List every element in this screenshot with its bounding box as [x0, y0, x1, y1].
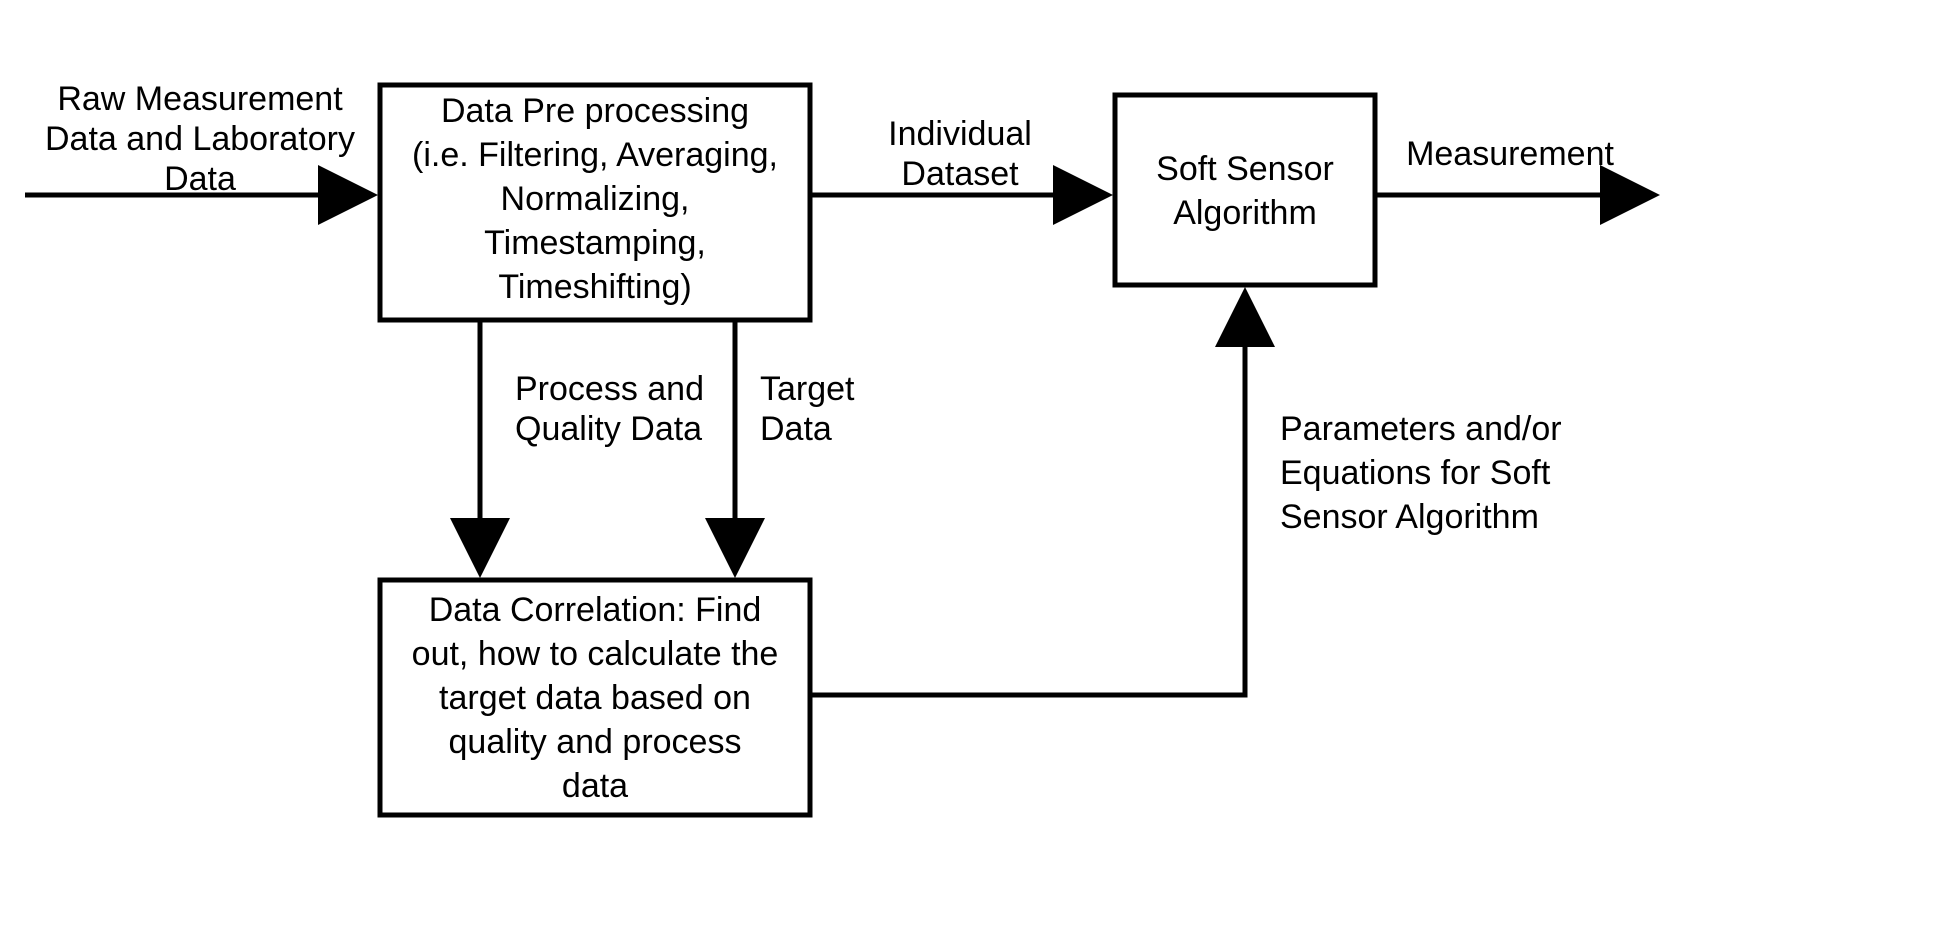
- box-correlation-l3: target data based on: [439, 679, 751, 717]
- input-label-l3: Data: [164, 160, 236, 198]
- box-soft-sensor: [1115, 95, 1375, 285]
- arrow-correlation-to-sensor: [810, 297, 1245, 695]
- box-correlation-l5: data: [562, 767, 628, 805]
- params-label-l1: Parameters and/or: [1280, 410, 1562, 448]
- box-preprocessing-l4: Timestamping,: [484, 224, 706, 262]
- box-soft-sensor-l1: Soft Sensor: [1156, 150, 1334, 188]
- box-preprocessing-l3: Normalizing,: [501, 180, 690, 218]
- box-correlation-l2: out, how to calculate the: [412, 635, 779, 673]
- mid-label-l1: Individual: [888, 115, 1032, 153]
- box-correlation-l1: Data Correlation: Find: [429, 591, 762, 629]
- mid-label-l2: Dataset: [901, 155, 1019, 193]
- pq-label-l1: Process and: [515, 370, 704, 408]
- box-correlation-l4: quality and process: [449, 723, 742, 761]
- input-label-l1: Raw Measurement: [57, 80, 343, 118]
- flow-diagram: Data Pre processing (i.e. Filtering, Ave…: [0, 0, 1947, 929]
- box-preprocessing-l2: (i.e. Filtering, Averaging,: [412, 136, 778, 174]
- output-label: Measurement: [1406, 135, 1614, 173]
- params-label-l3: Sensor Algorithm: [1280, 498, 1539, 536]
- target-label-l1: Target: [760, 370, 855, 408]
- input-label-l2: Data and Laboratory: [45, 120, 355, 158]
- box-preprocessing-l1: Data Pre processing: [441, 92, 749, 130]
- box-preprocessing-l5: Timeshifting): [498, 268, 691, 306]
- box-soft-sensor-l2: Algorithm: [1173, 194, 1317, 232]
- pq-label-l2: Quality Data: [515, 410, 702, 448]
- params-label-l2: Equations for Soft: [1280, 454, 1551, 492]
- target-label-l2: Data: [760, 410, 832, 448]
